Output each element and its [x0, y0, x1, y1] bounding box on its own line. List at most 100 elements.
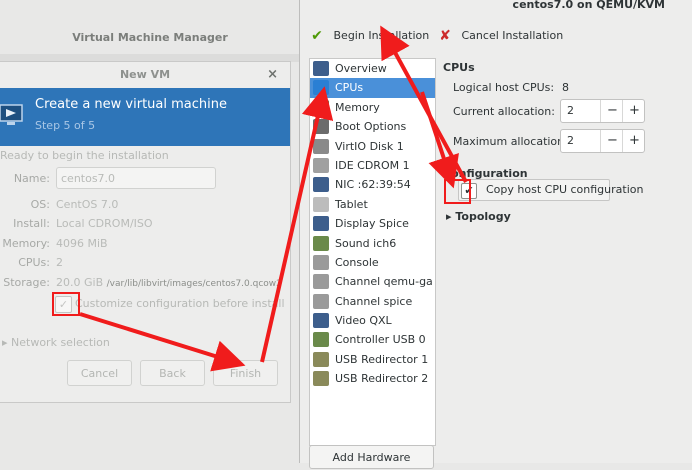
hardware-item-label: Channel qemu-ga	[335, 275, 433, 289]
hardware-item-usb-redirector-1[interactable]: USB Redirector 1	[310, 350, 435, 369]
os-value: CentOS 7.0	[56, 198, 119, 211]
hardware-icon	[313, 313, 329, 329]
topology-expander[interactable]: ▸ Topology	[446, 210, 511, 223]
hardware-item-label: Display Spice	[335, 217, 409, 231]
cancel-installation-label: Cancel Installation	[461, 29, 564, 42]
banner-step: Step 5 of 5	[35, 119, 96, 132]
hardware-item-ide-cdrom-1[interactable]: IDE CDROM 1	[310, 156, 435, 175]
memory-value: 4096 MiB	[56, 237, 108, 250]
cpus-value: 2	[56, 256, 63, 269]
cpus-panel: CPUs Logical host CPUs: 8 Current alloca…	[443, 58, 692, 458]
cancel-installation-button[interactable]: ✘ Cancel Installation	[436, 26, 563, 46]
hardware-icon	[313, 61, 329, 76]
hardware-item-label: VirtIO Disk 1	[335, 139, 404, 153]
hardware-item-controller-usb-0[interactable]: Controller USB 0	[310, 330, 435, 349]
hardware-item-console[interactable]: Console	[310, 253, 435, 272]
hardware-item-memory[interactable]: Memory	[310, 98, 435, 117]
current-increment-button[interactable]: +	[622, 100, 646, 122]
hardware-item-video-qxl[interactable]: Video QXL	[310, 311, 435, 330]
hardware-icon	[313, 293, 329, 309]
close-icon[interactable]: ×	[267, 62, 278, 88]
maximum-decrement-button[interactable]: −	[600, 130, 624, 152]
hardware-item-label: NIC :62:39:54	[335, 178, 411, 192]
hardware-item-label: Console	[335, 255, 379, 269]
hardware-item-label: Boot Options	[335, 120, 407, 134]
cpus-row: CPUs: 2	[0, 256, 290, 274]
hardware-icon	[313, 157, 329, 173]
memory-row: Memory: 4096 MiB	[0, 237, 290, 255]
hardware-icon	[313, 351, 329, 367]
hardware-item-channel-qemu-ga[interactable]: Channel qemu-ga	[310, 272, 435, 291]
maximum-allocation-label: Maximum allocation:	[453, 135, 568, 148]
hardware-list: Overview CPUs Memory Boot Options VirtIO Dis…	[309, 58, 436, 446]
hardware-item-nic-62-39-54[interactable]: NIC :62:39:54	[310, 175, 435, 194]
hardware-item-usb-redirector-2[interactable]: USB Redirector 2	[310, 369, 435, 388]
new-vm-banner: Create a new virtual machine Step 5 of 5	[0, 88, 290, 146]
storage-value: 20.0 GiB /var/lib/libvirt/images/centos7…	[56, 276, 282, 289]
logical-cpus-label: Logical host CPUs:	[453, 81, 555, 94]
cpus-heading: CPUs	[443, 61, 475, 74]
hardware-item-virtio-disk-1[interactable]: VirtIO Disk 1	[310, 137, 435, 156]
ready-text: Ready to begin the installation	[0, 149, 169, 162]
annotation-box-customize	[52, 292, 80, 316]
hardware-icon	[313, 80, 329, 96]
hardware-item-label: Video QXL	[335, 314, 392, 328]
hardware-item-overview[interactable]: Overview	[310, 59, 435, 78]
vmm-title: Virtual Machine Manager	[72, 31, 228, 44]
hardware-item-label: Overview	[335, 62, 387, 75]
hardware-item-tablet[interactable]: Tablet	[310, 195, 435, 214]
hardware-icon	[313, 332, 329, 348]
cpus-label: CPUs:	[18, 256, 50, 269]
current-allocation-spinner[interactable]: 2 − +	[560, 99, 645, 123]
install-row: Install: Local CDROM/ISO	[0, 217, 290, 235]
maximum-allocation-spinner[interactable]: 2 − +	[560, 129, 645, 153]
hardware-item-display-spice[interactable]: Display Spice	[310, 214, 435, 233]
hardware-icon	[313, 138, 329, 154]
begin-installation-button[interactable]: ✔ Begin Installation	[308, 26, 429, 46]
back-button[interactable]: Back	[140, 360, 205, 386]
hardware-icon	[313, 371, 329, 387]
hardware-item-label: IDE CDROM 1	[335, 158, 410, 172]
new-vm-dialog: New VM × Create a new virtual machine St…	[0, 61, 291, 403]
hardware-icon	[313, 216, 329, 232]
copy-host-cpu-toggle[interactable]: ✔ Copy host CPU configuration	[458, 179, 643, 201]
vm-details-window: centos7.0 on QEMU/KVM ✔ Begin Installati…	[299, 0, 692, 469]
current-decrement-button[interactable]: −	[600, 100, 624, 122]
maximum-increment-button[interactable]: +	[622, 130, 646, 152]
storage-label: Storage:	[3, 276, 50, 289]
name-input[interactable]: centos7.0	[56, 167, 216, 189]
monitor-icon	[0, 104, 23, 125]
cancel-icon: ✘	[439, 28, 451, 44]
install-value: Local CDROM/ISO	[56, 217, 153, 230]
hardware-item-label: USB Redirector 1	[335, 352, 429, 366]
os-label: OS:	[30, 198, 50, 211]
customize-label: Customize configuration before install	[75, 297, 285, 310]
cancel-button[interactable]: Cancel	[67, 360, 132, 386]
new-vm-titlebar: New VM ×	[0, 62, 290, 88]
current-allocation-value[interactable]: 2	[567, 100, 574, 122]
network-selection-expander[interactable]: ▸ Network selection	[2, 336, 110, 349]
hardware-item-channel-spice[interactable]: Channel spice	[310, 292, 435, 311]
copy-host-cpu-label: Copy host CPU configuration	[486, 183, 644, 196]
hardware-icon	[313, 254, 329, 270]
maximum-allocation-value[interactable]: 2	[567, 130, 574, 152]
hardware-item-boot-options[interactable]: Boot Options	[310, 117, 435, 136]
new-vm-title: New VM	[119, 68, 171, 81]
memory-label: Memory:	[2, 237, 50, 250]
finish-button[interactable]: Finish	[213, 360, 278, 386]
hardware-item-label: Tablet	[335, 197, 368, 211]
hardware-item-label: Controller USB 0	[335, 333, 426, 347]
install-label: Install:	[13, 217, 50, 230]
os-row: OS: CentOS 7.0	[0, 198, 290, 216]
add-hardware-button[interactable]: Add Hardware	[309, 445, 434, 469]
logical-cpus-value: 8	[562, 81, 569, 94]
hardware-item-cpus[interactable]: CPUs	[310, 78, 435, 98]
hardware-item-label: Channel spice	[335, 294, 413, 308]
storage-row: Storage: 20.0 GiB /var/lib/libvirt/image…	[0, 276, 290, 294]
hardware-item-label: USB Redirector 2	[335, 372, 429, 386]
hardware-item-sound-ich6[interactable]: Sound ich6	[310, 234, 435, 253]
hardware-icon	[313, 274, 329, 290]
hardware-icon	[313, 119, 329, 135]
window-title: centos7.0 on QEMU/KVM	[512, 0, 665, 11]
storage-size: 20.0 GiB	[56, 276, 104, 289]
